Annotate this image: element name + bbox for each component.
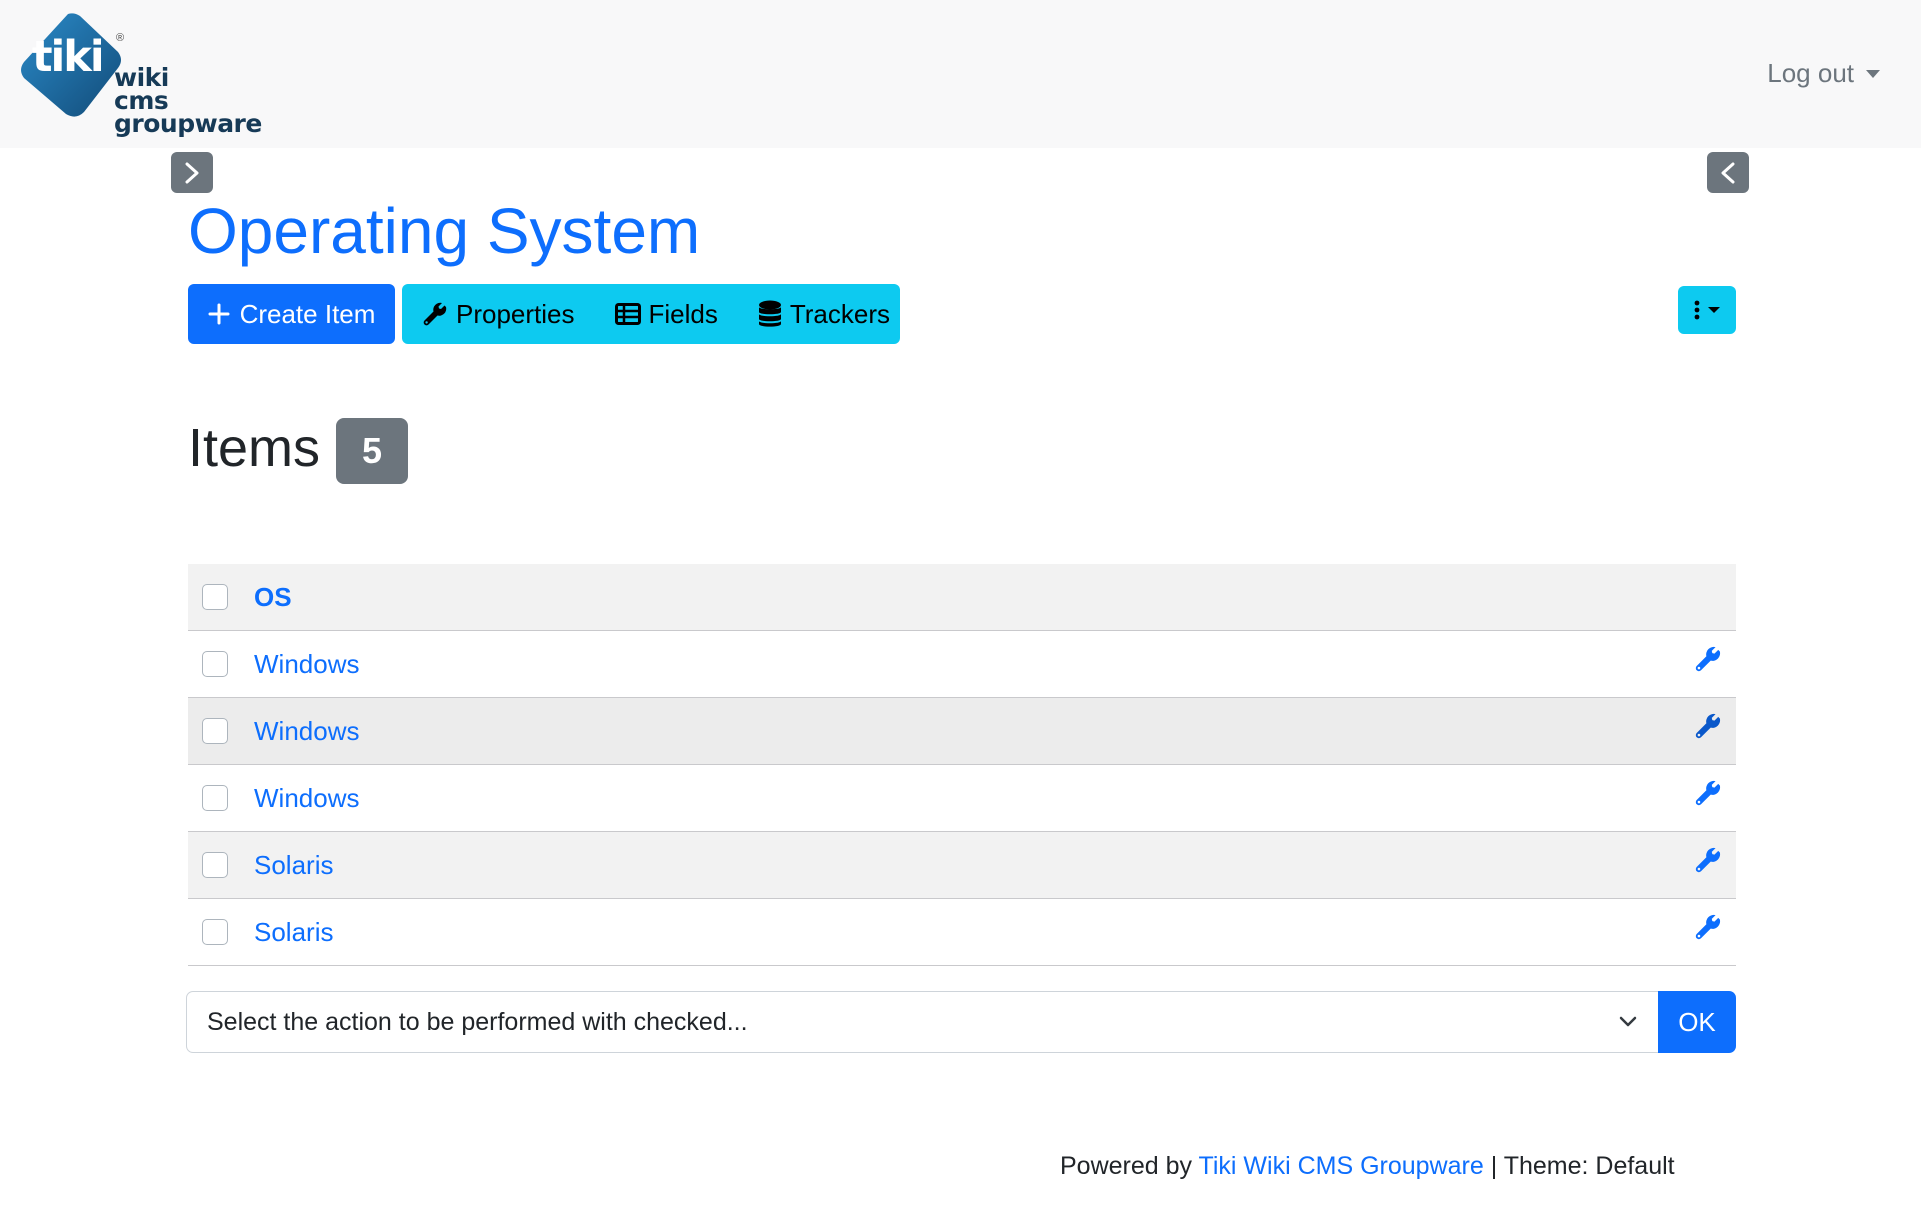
create-item-button[interactable]: Create Item [188,284,395,344]
table-row: Windows [188,631,1736,698]
edit-wrench-icon[interactable] [1694,846,1722,874]
item-link[interactable]: Windows [254,783,359,814]
table-row: Windows [188,698,1736,765]
items-table: OS Windows Windows Windows Solaris Solar… [188,564,1736,966]
logo-wordmark: tiki [32,32,105,82]
row-checkbox[interactable] [202,919,228,945]
more-actions-dropdown-button[interactable] [1678,286,1736,334]
ok-button[interactable]: OK [1658,991,1736,1053]
tracker-admin-button-group: Properties Fields Trackers [402,284,900,344]
row-checkbox[interactable] [202,785,228,811]
tiki-wiki-link[interactable]: Tiki Wiki CMS Groupware [1199,1152,1484,1180]
properties-label: Properties [456,298,575,329]
item-link[interactable]: Solaris [254,850,333,881]
toggle-left-column-button[interactable] [171,152,213,193]
item-link[interactable]: Windows [254,716,359,747]
plus-icon [208,303,230,325]
trackers-label: Trackers [789,298,891,329]
chevron-down-icon [1619,1016,1637,1027]
edit-wrench-icon[interactable] [1694,645,1722,673]
toggle-right-column-button[interactable] [1707,152,1749,193]
fields-button[interactable]: Fields [595,284,738,344]
top-navbar: tiki ® wiki cms groupware Log out [0,0,1921,148]
table-icon [614,303,641,325]
logout-dropdown[interactable]: Log out [1767,58,1880,89]
trackers-button[interactable]: Trackers [738,284,910,344]
page-title: Operating System [188,195,701,267]
column-header-os[interactable]: OS [254,582,292,613]
create-item-label: Create Item [239,298,376,329]
row-checkbox[interactable] [202,651,228,677]
chevron-left-icon [1721,162,1735,183]
logo-tagline: wiki cms groupware [114,65,262,138]
edit-wrench-icon[interactable] [1694,913,1722,941]
footer: Powered by Tiki Wiki CMS Groupware | The… [1060,1152,1675,1181]
bulk-action-select-value: Select the action to be performed with c… [207,1007,748,1036]
logo-tagline-line: groupware [114,109,262,138]
edit-wrench-icon[interactable] [1694,779,1722,807]
theme-text: | Theme: Default [1490,1152,1675,1180]
logo-registered-mark: ® [116,32,125,44]
table-row: Solaris [188,832,1736,899]
caret-down-icon [1708,307,1720,313]
wrench-icon [423,302,447,326]
bulk-action-select[interactable]: Select the action to be performed with c… [186,991,1659,1053]
tiki-logo[interactable]: tiki ® wiki cms groupware [18,12,262,138]
logout-label: Log out [1767,58,1854,88]
edit-wrench-icon[interactable] [1694,712,1722,740]
items-heading: Items 5 [188,412,409,484]
properties-button[interactable]: Properties [402,284,595,344]
table-row: Solaris [188,899,1736,966]
row-checkbox[interactable] [202,852,228,878]
vertical-ellipsis-icon [1694,300,1700,320]
table-row: Windows [188,765,1736,832]
row-checkbox[interactable] [202,718,228,744]
select-all-checkbox[interactable] [202,584,228,610]
bulk-action-form: Select the action to be performed with c… [186,991,1736,1053]
table-header-row: OS [188,564,1736,631]
items-count-badge: 5 [336,418,409,484]
powered-by-text: Powered by [1060,1152,1193,1180]
caret-down-icon [1866,69,1880,78]
items-heading-label: Items [188,418,321,478]
fields-label: Fields [648,298,718,329]
item-link[interactable]: Windows [254,649,359,680]
chevron-right-icon [185,162,199,183]
item-link[interactable]: Solaris [254,917,333,948]
database-icon [758,300,781,327]
